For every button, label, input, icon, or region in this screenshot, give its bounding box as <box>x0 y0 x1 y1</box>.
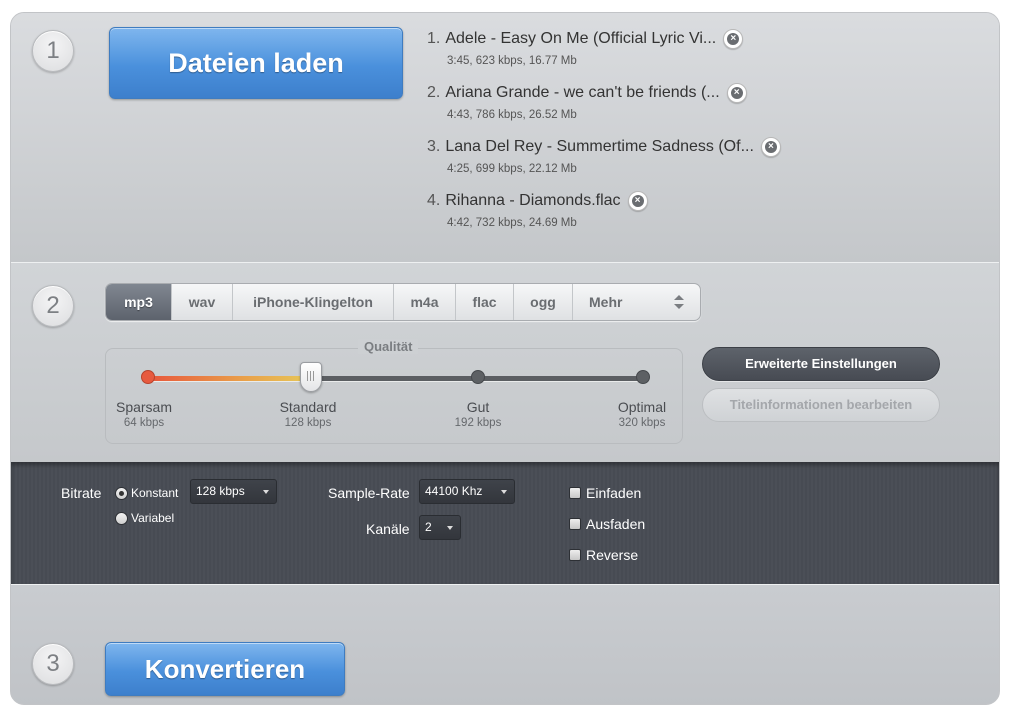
quality-box: Qualität Sparsam 64 kbps Standard 128 kb… <box>105 339 683 444</box>
file-list: 1. Adele - Easy On Me (Official Lyric Vi.… <box>427 27 827 243</box>
step2-number: 2 <box>32 285 74 327</box>
step3-number: 3 <box>32 643 74 685</box>
file-index: 2. <box>427 84 441 101</box>
sample-rate-select[interactable]: 44100 Khz <box>419 479 515 504</box>
close-icon: × <box>764 141 777 153</box>
chevron-down-icon <box>501 490 507 494</box>
bitrate-variable-label[interactable]: Variabel <box>131 511 174 525</box>
file-item: 2. Ariana Grande - we can't be friends (.… <box>427 81 827 135</box>
remove-file-button[interactable]: × <box>723 29 744 49</box>
load-files-button[interactable]: Dateien laden <box>109 27 403 99</box>
edit-track-info-button[interactable]: Titelinformationen bearbeiten <box>702 388 940 422</box>
file-item: 1. Adele - Easy On Me (Official Lyric Vi.… <box>427 27 827 81</box>
bitrate-constant-label[interactable]: Konstant <box>131 486 178 500</box>
reverse-label[interactable]: Reverse <box>586 547 638 563</box>
advanced-settings-button[interactable]: Erweiterte Einstellungen <box>702 347 940 381</box>
quality-label-optimal: Optimal <box>617 399 667 415</box>
sample-rate-label: Sample-Rate <box>328 485 410 501</box>
quality-label-good: Gut <box>466 399 490 415</box>
file-meta: 4:25, 699 kbps, 22.12 Mb <box>447 163 577 175</box>
tab-wav[interactable]: wav <box>172 284 233 320</box>
convert-button[interactable]: Konvertieren <box>105 642 345 696</box>
chevron-down-icon <box>263 490 269 494</box>
chevron-down-icon <box>447 526 453 530</box>
fade-out-label[interactable]: Ausfaden <box>586 516 645 532</box>
bitrate-select[interactable]: 128 kbps <box>190 479 277 504</box>
reverse-checkbox[interactable] <box>569 549 581 561</box>
format-tabs: mp3 wav iPhone-Klingelton m4a flac ogg M… <box>105 283 701 321</box>
advanced-settings-panel: Bitrate Konstant Variabel 128 kbps Sampl… <box>11 462 999 584</box>
sample-rate-select-value: 44100 Khz <box>425 484 483 498</box>
tab-more-label: Mehr <box>589 294 623 310</box>
channels-select-value: 2 <box>425 520 432 534</box>
quality-label-economy: Sparsam <box>115 399 173 415</box>
quality-sub-standard: 128 kbps <box>284 417 332 429</box>
remove-file-button[interactable]: × <box>760 137 781 157</box>
close-icon: × <box>730 87 743 99</box>
tab-iphone-ringtone[interactable]: iPhone-Klingelton <box>233 284 394 320</box>
file-index: 3. <box>427 138 441 155</box>
tab-m4a[interactable]: m4a <box>394 284 456 320</box>
tab-more[interactable]: Mehr <box>573 284 700 320</box>
quality-slider-fill <box>146 376 312 381</box>
quality-label-standard: Standard <box>279 399 337 415</box>
file-title: Rihanna - Diamonds.flac <box>445 192 621 209</box>
fade-in-checkbox[interactable] <box>569 487 581 499</box>
file-item: 3. Lana Del Rey - Summertime Sadness (Of.… <box>427 135 827 189</box>
file-meta: 4:43, 786 kbps, 26.52 Mb <box>447 109 577 121</box>
bitrate-variable-radio[interactable] <box>115 512 128 525</box>
converter-panel: 1 Dateien laden 1. Adele - Easy On Me (Of… <box>10 12 1000 705</box>
file-title: Ariana Grande - we can't be friends (... <box>445 84 720 101</box>
file-title: Adele - Easy On Me (Official Lyric Vi... <box>445 30 717 47</box>
tab-ogg[interactable]: ogg <box>514 284 573 320</box>
up-down-arrows-icon <box>674 295 684 309</box>
step1-section: 1 Dateien laden 1. Adele - Easy On Me (Of… <box>11 13 999 262</box>
remove-file-button[interactable]: × <box>726 83 747 103</box>
step3-section: 3 Konvertieren <box>11 584 999 704</box>
file-item: 4. Rihanna - Diamonds.flac × 4:42, 732 kbp… <box>427 189 827 243</box>
fade-out-checkbox[interactable] <box>569 518 581 530</box>
tab-flac[interactable]: flac <box>456 284 514 320</box>
channels-label: Kanäle <box>366 521 410 537</box>
file-meta: 4:42, 732 kbps, 24.69 Mb <box>447 217 577 229</box>
tab-mp3[interactable]: mp3 <box>106 284 172 320</box>
step2-section: 2 mp3 wav iPhone-Klingelton m4a flac ogg… <box>11 262 999 462</box>
quality-stop-economy[interactable] <box>141 370 155 384</box>
step1-number: 1 <box>32 30 74 72</box>
quality-slider-handle[interactable] <box>300 362 323 392</box>
quality-stop-optimal[interactable] <box>636 370 650 384</box>
bitrate-constant-radio[interactable] <box>115 487 128 500</box>
quality-sub-good: 192 kbps <box>454 417 502 429</box>
quality-stop-good[interactable] <box>471 370 485 384</box>
quality-slider-track[interactable] <box>146 376 642 381</box>
file-title: Lana Del Rey - Summertime Sadness (Of... <box>445 138 754 155</box>
bitrate-select-value: 128 kbps <box>196 484 245 498</box>
remove-file-button[interactable]: × <box>627 191 648 211</box>
fade-in-label[interactable]: Einfaden <box>586 485 641 501</box>
close-icon: × <box>631 195 644 207</box>
bitrate-label: Bitrate <box>61 485 102 501</box>
file-meta: 3:45, 623 kbps, 16.77 Mb <box>447 55 577 67</box>
close-icon: × <box>727 33 740 45</box>
file-index: 4. <box>427 192 441 209</box>
quality-title: Qualität <box>358 339 419 354</box>
quality-sub-economy: 64 kbps <box>123 417 165 429</box>
channels-select[interactable]: 2 <box>419 515 461 540</box>
file-index: 1. <box>427 30 441 47</box>
quality-sub-optimal: 320 kbps <box>618 417 666 429</box>
